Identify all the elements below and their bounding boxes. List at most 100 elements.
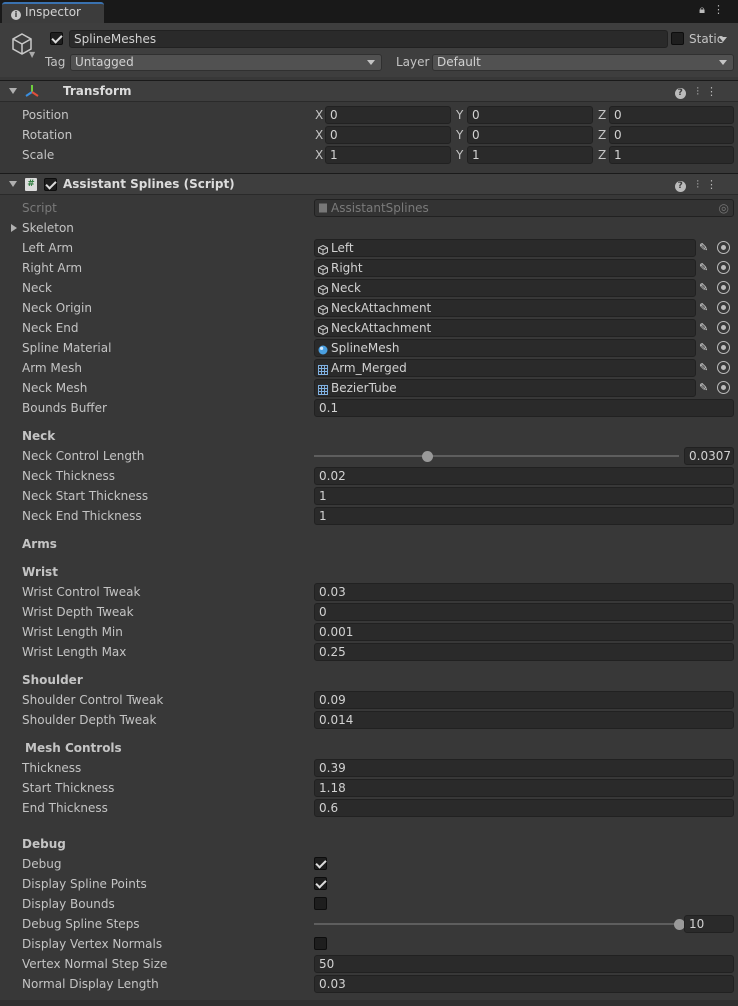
vertex-normal-step-size-field[interactable]: 50 <box>314 955 734 973</box>
object-picker-icon[interactable] <box>717 301 730 314</box>
object-picker-icon[interactable] <box>717 281 730 294</box>
script-value: AssistantSplines <box>331 201 429 215</box>
static-dropdown[interactable] <box>717 32 733 49</box>
wrist-length-min-field[interactable]: 0.001 <box>314 623 734 641</box>
end-thickness-label: End Thickness <box>22 801 108 815</box>
right-arm-object-field[interactable]: Right <box>314 259 696 277</box>
display-spline-points-checkbox[interactable] <box>314 877 327 890</box>
gameobject-name-field[interactable]: SplineMeshes <box>69 30 668 48</box>
debug-checkbox[interactable] <box>314 857 327 870</box>
display-vertex-normals-checkbox[interactable] <box>314 937 327 950</box>
rotation-z-axis[interactable]: Z <box>598 126 606 144</box>
start-thickness-field[interactable]: 1.18 <box>314 779 734 797</box>
scale-x-field[interactable]: 1 <box>325 146 451 164</box>
neck-origin-object-field[interactable]: NeckAttachment <box>314 299 696 317</box>
neck-control-length-field[interactable]: 0.0307 <box>684 447 734 465</box>
tab-inspector[interactable]: i Inspector <box>2 2 104 23</box>
bounds-buffer-label: Bounds Buffer <box>22 401 107 415</box>
static-checkbox[interactable] <box>671 32 684 45</box>
position-z-axis[interactable]: Z <box>598 106 606 124</box>
wrist-depth-tweak-field[interactable]: 0 <box>314 603 734 621</box>
left-arm-object-field[interactable]: Left <box>314 239 696 257</box>
object-picker-icon[interactable] <box>717 261 730 274</box>
object-picker-icon[interactable] <box>717 361 730 374</box>
neck-header: Neck <box>22 429 56 443</box>
edit-pencil-icon[interactable]: ✎ <box>699 259 708 277</box>
edit-pencil-icon[interactable]: ✎ <box>699 299 708 317</box>
kebab-menu-icon[interactable]: ⋮ <box>706 85 724 98</box>
skeleton-fold-arrow-icon[interactable] <box>11 224 17 232</box>
neck-start-thickness-field[interactable]: 1 <box>314 487 734 505</box>
mesh-icon <box>318 383 328 395</box>
spline-material-object-field[interactable]: SplineMesh <box>314 339 696 357</box>
kebab-menu-icon[interactable]: ⋮ <box>706 178 724 191</box>
shoulder-depth-tweak-field[interactable]: 0.014 <box>314 711 734 729</box>
rotation-z-field[interactable]: 0 <box>609 126 734 144</box>
active-checkbox[interactable] <box>50 32 63 45</box>
neck-mesh-label: Neck Mesh <box>22 381 88 395</box>
presets-icon[interactable]: ⫶ <box>696 85 706 98</box>
display-bounds-checkbox[interactable] <box>314 897 327 910</box>
edit-pencil-icon[interactable]: ✎ <box>699 379 708 397</box>
scale-z-axis[interactable]: Z <box>598 146 606 164</box>
edit-pencil-icon[interactable]: ✎ <box>699 359 708 377</box>
lock-icon[interactable]: 🔒︎ <box>699 3 713 16</box>
debug-spline-steps-track[interactable] <box>314 923 679 925</box>
end-thickness-field[interactable]: 0.6 <box>314 799 734 817</box>
wrist-length-max-field[interactable]: 0.25 <box>314 643 734 661</box>
script-component-header[interactable]: # Assistant Splines (Script) ? ⫶⋮ <box>0 173 738 195</box>
mesh-icon <box>318 363 328 375</box>
neck-object-field[interactable]: Neck <box>314 279 696 297</box>
scale-x-axis[interactable]: X <box>315 146 323 164</box>
thickness-field[interactable]: 0.39 <box>314 759 734 777</box>
neck-end-thickness-field[interactable]: 1 <box>314 507 734 525</box>
rotation-x-field[interactable]: 0 <box>325 126 451 144</box>
edit-pencil-icon[interactable]: ✎ <box>699 319 708 337</box>
neck-thickness-field[interactable]: 0.02 <box>314 467 734 485</box>
presets-icon[interactable]: ⫶ <box>696 178 706 191</box>
rotation-x-axis[interactable]: X <box>315 126 323 144</box>
object-picker-icon[interactable] <box>717 321 730 334</box>
help-icon[interactable]: ? <box>674 181 686 192</box>
object-picker-icon[interactable] <box>717 381 730 394</box>
neck-mesh-object-field[interactable]: BezierTube <box>314 379 696 397</box>
edit-pencil-icon[interactable]: ✎ <box>699 239 708 257</box>
object-picker-icon[interactable] <box>717 241 730 254</box>
icon-dropdown-arrow[interactable]: ▼ <box>29 50 35 59</box>
script-enabled-checkbox[interactable] <box>44 178 57 191</box>
cube-icon <box>318 323 328 336</box>
tag-dropdown[interactable]: Untagged <box>70 54 382 71</box>
display-bounds-label: Display Bounds <box>22 897 115 911</box>
debug-spline-steps-field[interactable]: 10 <box>684 915 734 933</box>
position-y-field[interactable]: 0 <box>467 106 593 124</box>
rotation-y-field[interactable]: 0 <box>467 126 593 144</box>
arm-mesh-object-field[interactable]: Arm_Merged <box>314 359 696 377</box>
shoulder-control-tweak-field[interactable]: 0.09 <box>314 691 734 709</box>
normal-display-length-field[interactable]: 0.03 <box>314 975 734 993</box>
object-picker-icon[interactable] <box>717 341 730 354</box>
wrist-control-tweak-field[interactable]: 0.03 <box>314 583 734 601</box>
position-x-axis[interactable]: X <box>315 106 323 124</box>
neck-control-length-knob[interactable] <box>422 451 434 462</box>
bounds-buffer-field[interactable]: 0.1 <box>314 399 734 417</box>
position-y-axis[interactable]: Y <box>456 106 463 124</box>
layer-dropdown[interactable]: Default <box>432 54 734 71</box>
edit-pencil-icon[interactable]: ✎ <box>699 339 708 357</box>
rotation-y-axis[interactable]: Y <box>456 126 463 144</box>
neck-control-length-track[interactable] <box>314 455 679 457</box>
neck-end-object-field[interactable]: NeckAttachment <box>314 319 696 337</box>
position-x-field[interactable]: 0 <box>325 106 451 124</box>
kebab-menu-icon[interactable]: ⋮ <box>713 3 732 16</box>
shoulder-control-tweak-label: Shoulder Control Tweak <box>22 693 164 707</box>
tag-label: Tag <box>45 55 66 69</box>
skeleton-foldout[interactable]: Skeleton <box>22 219 74 237</box>
fold-arrow-icon[interactable] <box>9 181 17 187</box>
transform-header[interactable]: Transform ? ⫶⋮ <box>0 80 738 102</box>
edit-pencil-icon[interactable]: ✎ <box>699 279 708 297</box>
scale-y-field[interactable]: 1 <box>467 146 593 164</box>
help-icon[interactable]: ? <box>674 88 686 99</box>
scale-y-axis[interactable]: Y <box>456 146 463 164</box>
fold-arrow-icon[interactable] <box>9 88 17 94</box>
scale-z-field[interactable]: 1 <box>609 146 734 164</box>
position-z-field[interactable]: 0 <box>609 106 734 124</box>
